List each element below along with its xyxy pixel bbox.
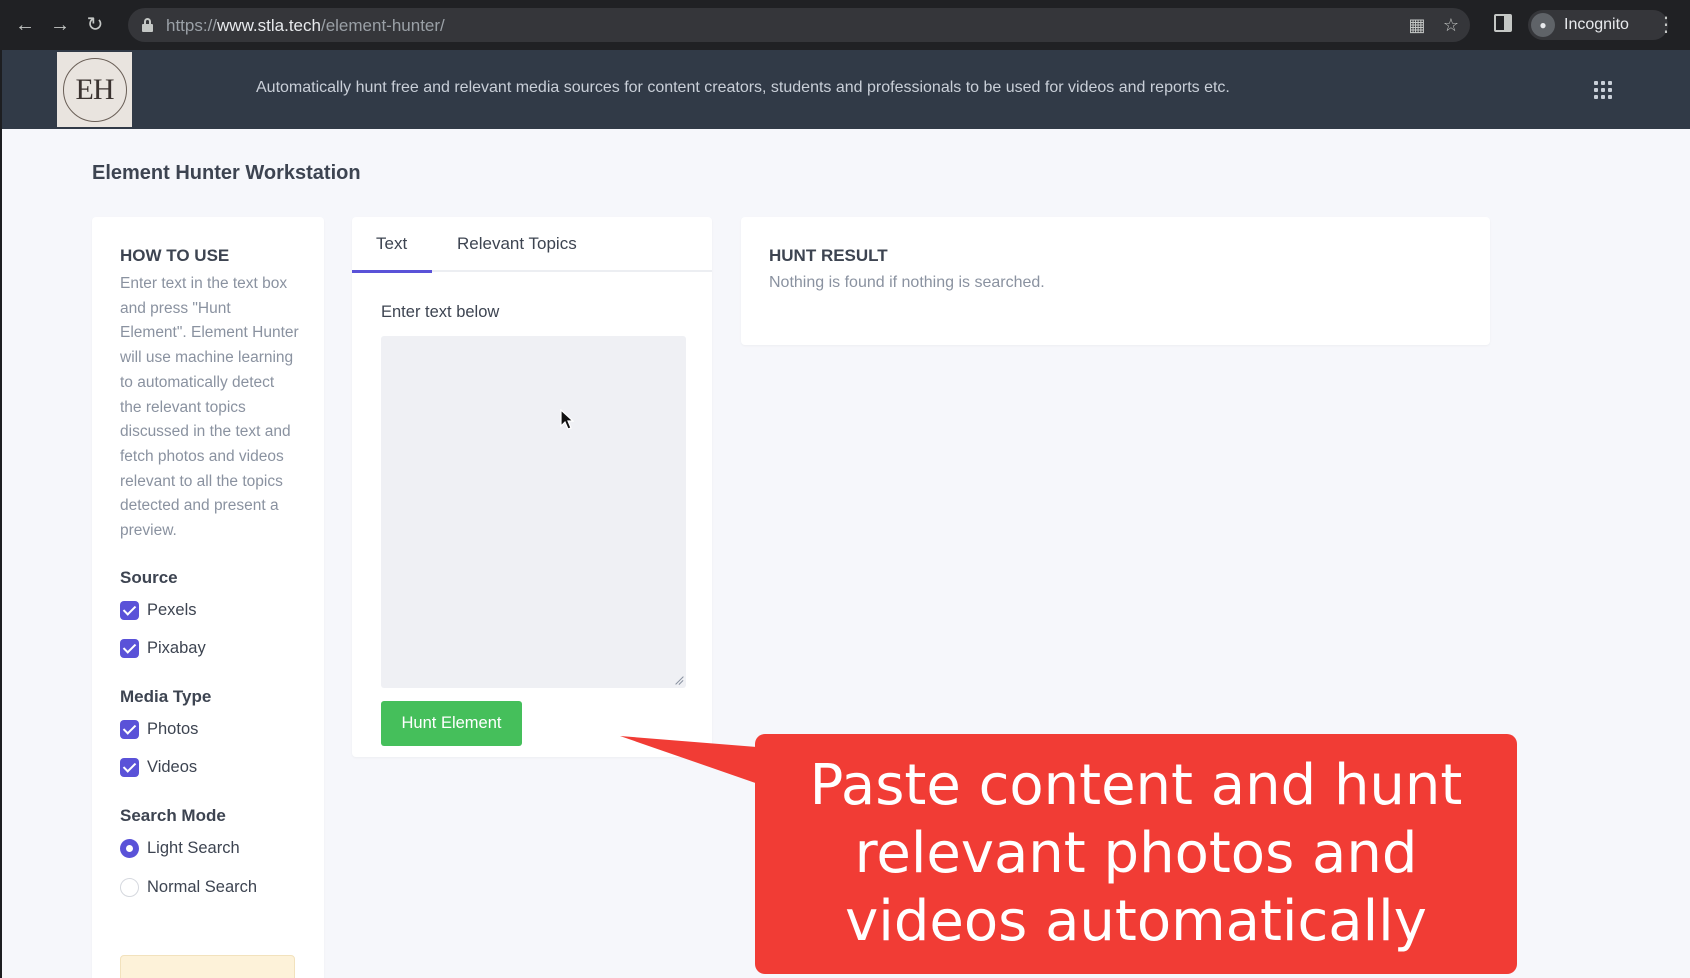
incognito-icon: ● (1531, 13, 1555, 37)
bookmark-star-icon[interactable]: ☆ (1440, 14, 1462, 36)
radio-unselected-icon[interactable] (120, 877, 139, 897)
how-to-use-title: HOW TO USE (120, 246, 230, 265)
lock-icon[interactable] (142, 18, 153, 32)
site-tagline: Automatically hunt free and relevant med… (256, 79, 1230, 96)
text-input-card: Text Relevant Topics Enter text below Hu… (352, 217, 712, 757)
incognito-label: Incognito (1564, 16, 1629, 33)
media-option-label: Photos (147, 719, 199, 738)
page-title: Element Hunter Workstation (92, 162, 361, 184)
address-bar[interactable]: https://www.stla.tech/element-hunter/ ▦ … (128, 8, 1470, 42)
partially-visible-button[interactable] (120, 955, 295, 978)
url-text[interactable]: https://www.stla.tech/element-hunter/ (166, 16, 445, 36)
resize-handle-icon[interactable] (674, 676, 683, 685)
search-mode-light[interactable]: Light Search (120, 837, 240, 859)
source-option-label: Pexels (147, 600, 197, 619)
media-option-videos[interactable]: Videos (120, 756, 197, 778)
apps-grid-icon[interactable] (1594, 81, 1612, 99)
hunt-element-button[interactable]: Hunt Element (381, 701, 522, 746)
hunt-result-empty-text: Nothing is found if nothing is searched. (769, 274, 1045, 291)
forward-icon[interactable]: → (47, 12, 73, 38)
how-to-use-text: Enter text in the text box and press "Hu… (120, 275, 299, 540)
search-mode-title: Search Mode (120, 806, 226, 825)
media-option-label: Videos (147, 757, 198, 776)
annotation-callout: Paste content and hunt relevant photos a… (755, 734, 1517, 974)
incognito-profile-button[interactable]: ● Incognito (1528, 10, 1668, 40)
site-header: EH Automatically hunt free and relevant … (2, 50, 1690, 129)
callout-pointer (620, 736, 770, 788)
source-option-label: Pixabay (147, 638, 206, 657)
checkbox-checked-icon[interactable] (120, 600, 139, 620)
media-type-title: Media Type (120, 687, 212, 706)
source-option-pexels[interactable]: Pexels (120, 599, 197, 621)
qr-icon[interactable]: ▦ (1406, 14, 1428, 36)
active-tab-indicator (352, 270, 432, 273)
radio-selected-icon[interactable] (120, 838, 139, 858)
hunt-result-title: HUNT RESULT (769, 246, 888, 265)
source-option-pixabay[interactable]: Pixabay (120, 637, 206, 659)
media-option-photos[interactable]: Photos (120, 718, 198, 740)
cursor-icon (560, 409, 574, 430)
logo-emblem: EH (62, 57, 127, 122)
input-tabs: Text Relevant Topics (352, 217, 712, 273)
logo-text: EH (75, 72, 115, 106)
logo[interactable]: EH (57, 52, 132, 127)
back-icon[interactable]: ← (12, 12, 38, 38)
reload-icon[interactable]: ↻ (82, 12, 108, 38)
search-mode-label: Light Search (147, 838, 240, 857)
url-path: /element-hunter/ (320, 16, 445, 35)
tab-relevant-topics[interactable]: Relevant Topics (457, 234, 577, 254)
side-panel-icon[interactable] (1494, 14, 1512, 32)
search-mode-normal[interactable]: Normal Search (120, 876, 257, 898)
hunt-result-card: HUNT RESULT Nothing is found if nothing … (741, 217, 1490, 345)
source-title: Source (120, 568, 178, 587)
annotation-text: Paste content and hunt relevant photos a… (809, 753, 1463, 954)
checkbox-checked-icon[interactable] (120, 719, 139, 739)
browser-toolbar: ← → ↻ https://www.stla.tech/element-hunt… (0, 0, 1690, 50)
content-textarea[interactable] (381, 336, 686, 688)
more-icon[interactable]: ⋮ (1656, 12, 1676, 38)
search-mode-label: Normal Search (147, 877, 258, 896)
url-scheme: https:// (166, 16, 218, 35)
text-field-label: Enter text below (381, 303, 500, 321)
checkbox-checked-icon[interactable] (120, 757, 139, 777)
url-domain: www.stla.tech (217, 16, 321, 35)
tab-text[interactable]: Text (376, 234, 407, 254)
checkbox-checked-icon[interactable] (120, 638, 139, 658)
how-to-use-card: HOW TO USE Enter text in the text box an… (92, 217, 324, 978)
